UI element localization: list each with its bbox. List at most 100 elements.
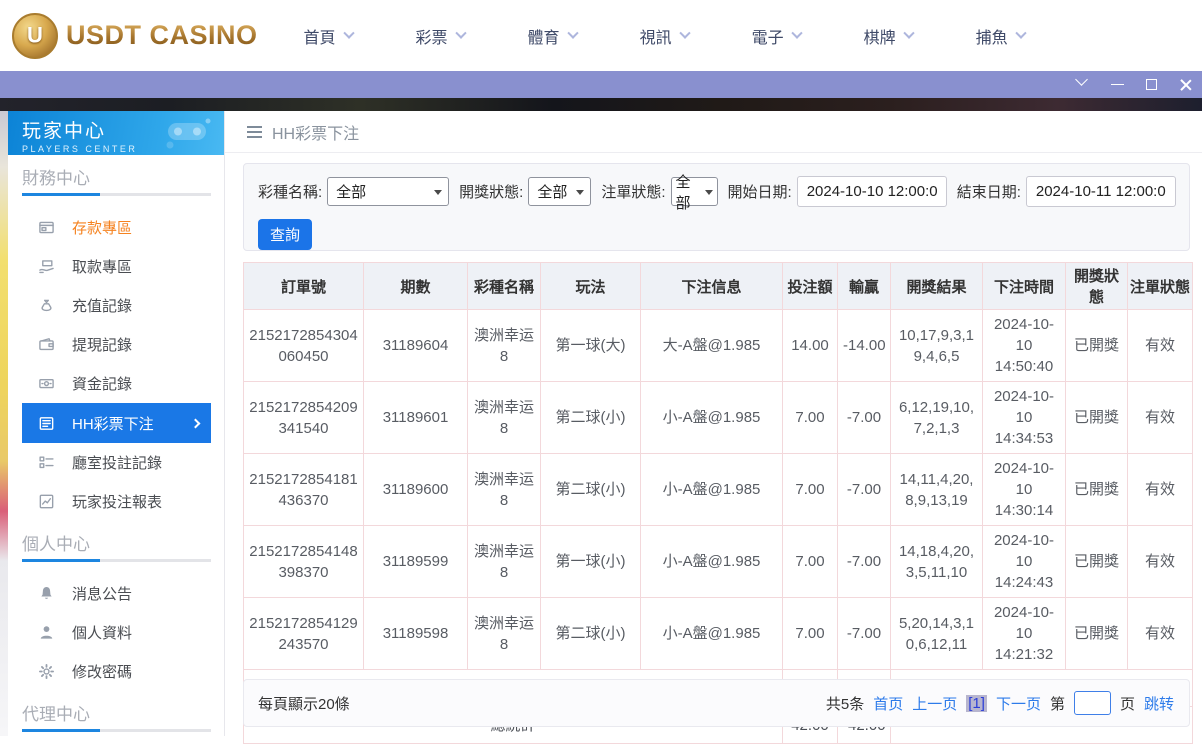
page-size-text: 每頁顯示20條 (258, 695, 350, 713)
sidebar-item-label: 玩家投注報表 (72, 494, 163, 511)
draw-status-select[interactable]: 全部 (528, 177, 592, 206)
prev-page-link[interactable]: 上一页 (912, 693, 957, 714)
sidebar-item-消息公告[interactable]: 消息公告 (8, 574, 224, 613)
sidebar-item-個人資料[interactable]: 個人資料 (8, 613, 224, 652)
sidebar-item-label: 修改密碼 (72, 664, 133, 681)
column-header: 注單狀態 (1127, 262, 1193, 310)
funds-record-icon (38, 375, 55, 392)
column-header: 投注額 (782, 262, 838, 310)
gear-icon (38, 663, 55, 680)
background-image-strip (0, 98, 1202, 111)
withdrawal-record-icon (38, 336, 55, 353)
brand-name: USDT CASINO (66, 20, 258, 50)
nav-item-6[interactable]: 棋牌 (864, 24, 915, 48)
table-cell: 10,17,9,3,19,4,6,5 (890, 309, 983, 382)
jump-link[interactable]: 跳转 (1144, 693, 1174, 714)
order-status-select[interactable]: 全部 (670, 174, 718, 212)
table-cell: 已開獎 (1065, 597, 1128, 670)
sidebar-item-資金記錄[interactable]: 資金記錄 (8, 364, 224, 403)
search-button[interactable]: 查詢 (258, 219, 312, 250)
recharge-record-icon (38, 297, 55, 314)
table-cell: 31189600 (363, 453, 468, 526)
table-cell: 第一球(大) (540, 309, 641, 382)
table-cell: 澳洲幸运8 (467, 453, 541, 526)
bell-icon (38, 585, 55, 602)
page-title: HH彩票下注 (272, 125, 360, 143)
sidebar-item-取款專區[interactable]: 取款專區 (8, 247, 224, 286)
column-header: 開獎結果 (890, 262, 983, 310)
sidebar-item-修改密碼[interactable]: 修改密碼 (8, 652, 224, 691)
sidebar-item-廳室投註記錄[interactable]: 廳室投註記錄 (8, 443, 224, 482)
table-cell: 7.00 (782, 525, 838, 598)
window-maximize-button[interactable] (1145, 78, 1158, 91)
sidebar-item-label: 充值記錄 (72, 298, 133, 315)
sidebar-header: 玩家中心 PLAYERS CENTER (8, 111, 224, 155)
total-count: 共5条 (825, 695, 865, 713)
table-cell: 31189599 (363, 525, 468, 598)
room-bets-icon (38, 454, 55, 471)
table-cell: 澳洲幸运8 (467, 309, 541, 382)
table-cell: 6,12,19,10,7,2,1,3 (890, 381, 983, 454)
next-page-link[interactable]: 下一页 (996, 693, 1041, 714)
sidebar-item-label: HH彩票下注 (72, 415, 154, 433)
sidebar-menu: 存款專區取款專區充值記錄提現記錄資金記錄 HH彩票下注廳室投註記錄玩家投注報表 (8, 208, 224, 521)
table-cell: 澳洲幸运8 (467, 597, 541, 670)
bets-table: 訂單號 期數 彩種名稱 玩法 下注信息 投注額 輸贏 開獎結果 下注時間 開獎狀態 注單狀態 215… (243, 262, 1193, 744)
top-nav: U USDT CASINO 首頁 彩票 體育 視訊 電子 棋牌 捕魚 (0, 0, 1202, 71)
window-collapse-button[interactable] (1075, 73, 1090, 91)
end-date-input[interactable] (1025, 176, 1176, 207)
withdraw-icon (38, 258, 55, 275)
table-row: 2152172854209341540 31189601 澳洲幸运8 第二球(小) 小-… (243, 381, 1193, 454)
nav-item-5[interactable]: 電子 (752, 24, 803, 48)
page-number-input[interactable] (1073, 691, 1111, 715)
end-date-label: 結束日期: (956, 184, 1021, 201)
filter-panel: 彩種名稱: 全部 開獎狀態: 全部 注單狀態: 全部 開始日期: 結束日期: 查… (243, 163, 1190, 251)
table-cell: 7.00 (782, 597, 838, 670)
window-close-button[interactable] (1179, 78, 1192, 91)
current-page-badge: [1] (966, 694, 987, 712)
nav-item-2[interactable]: 彩票 (416, 24, 467, 48)
sidebar-item-HH彩票下注[interactable]: HH彩票下注 (22, 403, 211, 443)
column-header: 輸贏 (837, 262, 891, 310)
nav-item-3[interactable]: 體育 (528, 24, 579, 48)
chevron-down-icon (790, 27, 803, 39)
breadcrumb: HH彩票下注 (225, 111, 1202, 153)
nav-item-label: 首頁 (303, 29, 336, 47)
sidebar-item-玩家投注報表[interactable]: 玩家投注報表 (8, 482, 224, 521)
nav-item-7[interactable]: 捕魚 (976, 24, 1027, 48)
sidebar-section-label: 代理中心 (22, 705, 90, 724)
hamburger-icon[interactable] (247, 123, 262, 141)
first-page-link[interactable]: 首页 (873, 693, 903, 714)
window-minimize-button[interactable] (1111, 78, 1124, 91)
lottery-type-select[interactable]: 全部 (327, 177, 450, 206)
sidebar-item-存款專區[interactable]: 存款專區 (8, 208, 224, 247)
table-cell: 已開獎 (1065, 381, 1128, 454)
sidebar-item-提現記錄[interactable]: 提現記錄 (8, 325, 224, 364)
table-row: 2152172854304060450 31189604 澳洲幸运8 第一球(大) 大-… (243, 309, 1193, 382)
column-header: 訂單號 (243, 262, 364, 310)
sidebar-item-label: 取款專區 (72, 259, 133, 276)
table-cell: 2152172854181436370 (243, 453, 364, 526)
sidebar-menu: 消息公告 個人資料修改密碼 (8, 574, 224, 691)
sidebar-item-充值記錄[interactable]: 充值記錄 (8, 286, 224, 325)
brand-logo[interactable]: U USDT CASINO (12, 12, 258, 59)
table-footer: 每頁顯示20條 共5条 首页 上一页 [1] 下一页 第 页 跳转 (243, 679, 1190, 727)
table-cell: 2024-10-10 14:50:40 (982, 309, 1066, 382)
table-cell: 有效 (1127, 597, 1193, 670)
column-header: 下注時間 (982, 262, 1066, 310)
nav-item-4[interactable]: 視訊 (640, 24, 691, 48)
nav-item-1[interactable]: 首頁 (303, 24, 355, 48)
deposit-icon (38, 219, 55, 236)
start-date-label: 開始日期: (727, 184, 792, 201)
sidebar-item-label: 資金記錄 (72, 376, 133, 393)
section-divider (22, 729, 211, 732)
table-cell: 2024-10-10 14:30:14 (982, 453, 1066, 526)
table-cell: 14,11,4,20,8,9,13,19 (890, 453, 983, 526)
start-date-input[interactable] (796, 176, 947, 207)
table-cell: 7.00 (782, 453, 838, 526)
table-row: 2152172854148398370 31189599 澳洲幸运8 第一球(小) 小-… (243, 525, 1193, 598)
chevron-down-icon (1014, 27, 1027, 39)
table-cell: 2024-10-10 14:24:43 (982, 525, 1066, 598)
table-cell: 澳洲幸运8 (467, 381, 541, 454)
table-cell: 31189601 (363, 381, 468, 454)
